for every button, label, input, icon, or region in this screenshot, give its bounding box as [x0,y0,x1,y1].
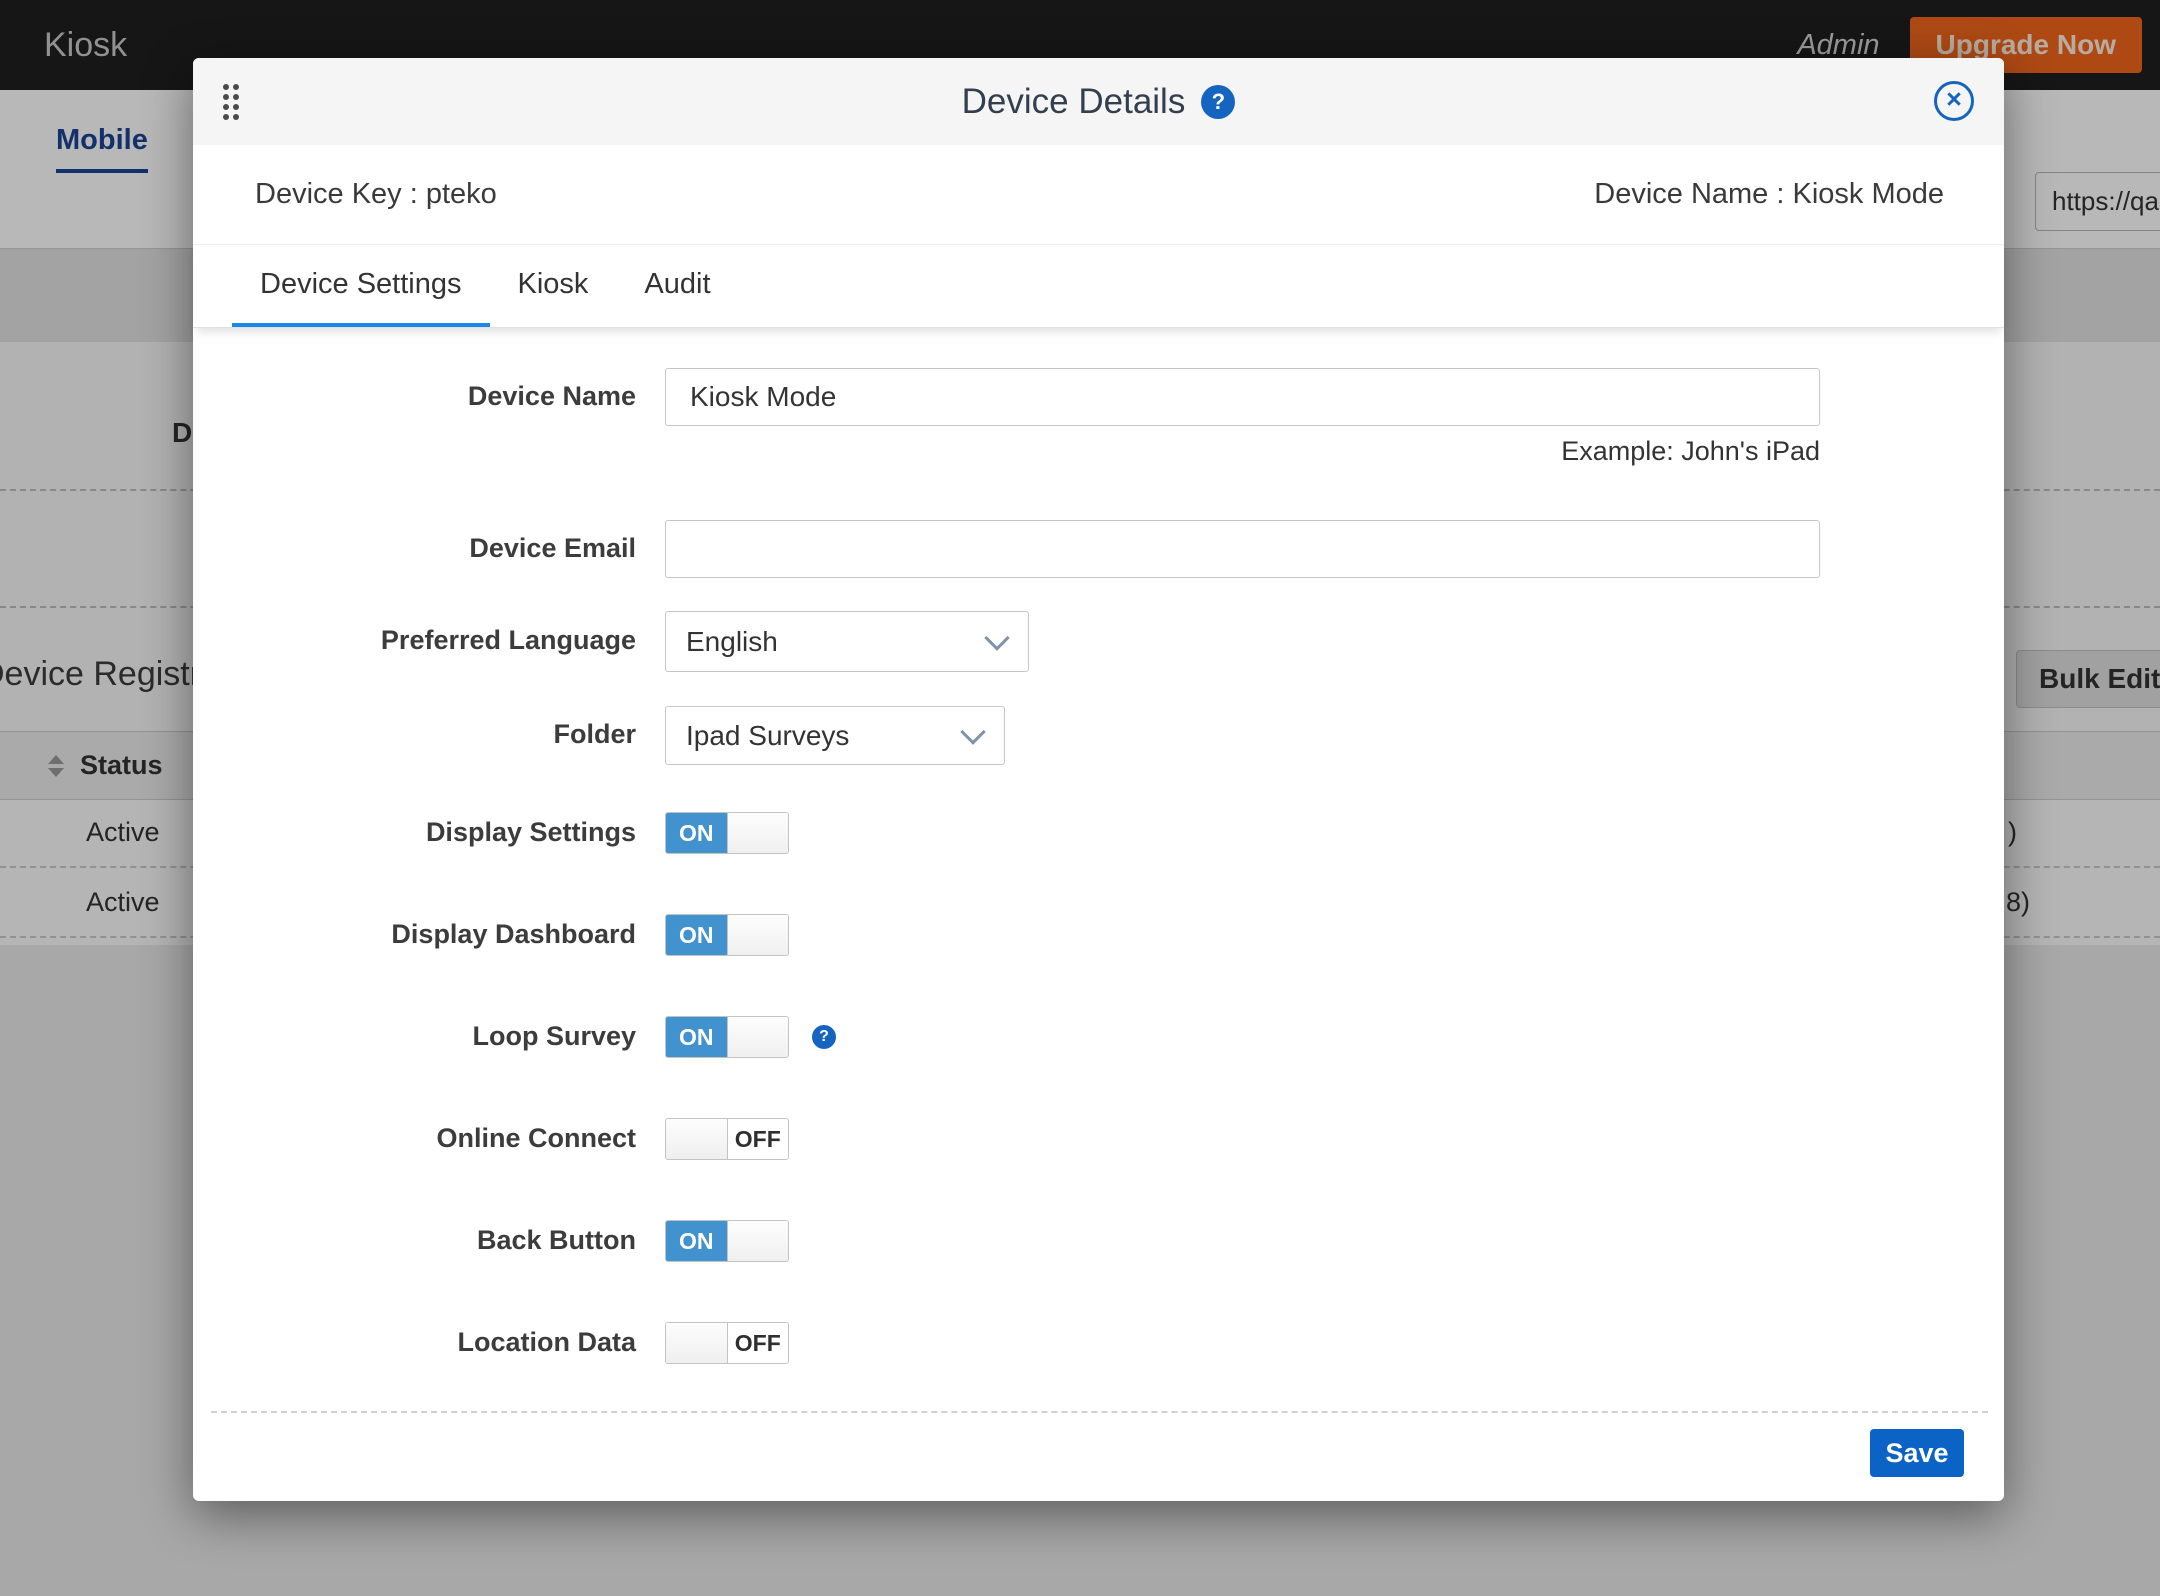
page: Kiosk Admin Upgrade Now Mobile https://q… [0,0,2160,1596]
back-button-toggle[interactable]: ON [665,1220,789,1262]
toggle-on-text: ON [666,915,727,955]
toggle-on-text: ON [666,813,727,853]
modal-title-wrap: Device Details ? [193,58,2004,145]
folder-label: Folder [293,719,636,750]
toggle-on-text: ON [666,1221,727,1261]
modal-subheader: Device Key : pteko Device Name : Kiosk M… [193,145,2004,245]
device-details-modal: Device Details ? × Device Key : pteko De… [193,58,2004,1501]
display-settings-toggle[interactable]: ON [665,812,789,854]
folder-select[interactable]: Ipad Surveys [665,706,1005,765]
toggle-off-text: OFF [728,1119,789,1159]
tab-kiosk[interactable]: Kiosk [490,245,617,327]
device-email-input[interactable] [665,520,1820,578]
preferred-language-select[interactable]: English [665,611,1029,672]
toggle-off-text: OFF [728,1323,789,1363]
chevron-down-icon [960,719,985,744]
toggle-knob [727,1221,789,1261]
online-connect-toggle[interactable]: OFF [665,1118,789,1160]
close-icon[interactable]: × [1934,81,1974,121]
modal-tabs: Device Settings Kiosk Audit [193,245,2004,328]
preferred-language-value: English [686,626,778,658]
help-icon[interactable]: ? [1201,85,1235,119]
toggle-knob [666,1119,728,1159]
device-key-text: Device Key : pteko [255,178,497,211]
footer-divider [211,1411,1988,1413]
online-connect-label: Online Connect [293,1123,636,1154]
toggle-knob [727,915,789,955]
location-data-label: Location Data [293,1327,636,1358]
toggle-knob [666,1323,728,1363]
toggle-knob [727,1017,789,1057]
loop-survey-toggle[interactable]: ON [665,1016,789,1058]
toggle-knob [727,813,789,853]
display-dashboard-toggle[interactable]: ON [665,914,789,956]
device-name-helper: Example: John's iPad [665,436,1820,467]
device-name-label: Device Name [293,381,636,412]
folder-value: Ipad Surveys [686,720,849,752]
device-email-label: Device Email [293,533,636,564]
display-dashboard-label: Display Dashboard [293,919,636,950]
tab-audit[interactable]: Audit [616,245,738,327]
modal-header: Device Details ? × [193,58,2004,146]
modal-title: Device Details [962,82,1186,122]
device-name-text: Device Name : Kiosk Mode [1594,178,1944,211]
device-name-input[interactable] [665,368,1820,426]
chevron-down-icon [984,625,1009,650]
display-settings-label: Display Settings [293,817,636,848]
save-button[interactable]: Save [1870,1429,1964,1477]
loop-survey-help-icon[interactable]: ? [812,1025,836,1049]
tab-device-settings[interactable]: Device Settings [232,245,490,327]
preferred-language-label: Preferred Language [293,625,636,656]
loop-survey-label: Loop Survey [293,1021,636,1052]
toggle-on-text: ON [666,1017,727,1057]
back-button-label: Back Button [293,1225,636,1256]
location-data-toggle[interactable]: OFF [665,1322,789,1364]
